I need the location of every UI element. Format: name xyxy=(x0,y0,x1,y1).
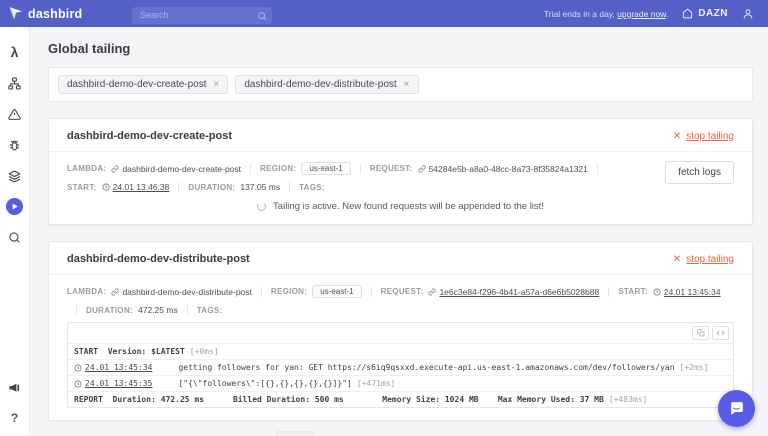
log-line: 24.01 13:45:34 getting followers for yan… xyxy=(68,359,733,375)
play-circle-icon xyxy=(10,202,19,211)
sidebar-item-lambdas[interactable]: λ xyxy=(6,43,24,61)
close-icon: ✕ xyxy=(673,131,681,142)
remove-tag-icon[interactable]: × xyxy=(404,80,410,90)
layers-icon xyxy=(8,170,21,183)
stop-tailing-button[interactable]: ✕ stop tailing xyxy=(673,254,734,265)
sidebar-item-help[interactable]: ? xyxy=(6,409,24,427)
user-icon xyxy=(742,8,754,20)
lambda-link[interactable]: dashbird-demo-dev-create-post xyxy=(111,164,241,174)
dashbird-bird-icon xyxy=(8,6,23,21)
sidebar-item-alerts[interactable] xyxy=(6,105,24,123)
copy-icon xyxy=(697,329,705,337)
log-line: START Version: $LATEST [+0ms] xyxy=(68,343,733,359)
spinner-icon xyxy=(257,202,266,211)
upgrade-link[interactable]: upgrade now xyxy=(617,9,666,19)
bug-icon xyxy=(8,139,21,152)
org-switcher[interactable]: DAZN xyxy=(682,8,728,19)
log-timestamp-link[interactable]: 24.01 13:45:34 xyxy=(85,363,152,372)
main-content: Global tailing dashbird-demo-dev-create-… xyxy=(30,27,768,436)
dashbird-logo[interactable]: dashbird xyxy=(0,6,120,21)
tailing-card-create-post: dashbird-demo-dev-create-post ✕ stop tai… xyxy=(48,118,753,225)
megaphone-icon xyxy=(8,381,21,394)
filter-tag: dashbird-demo-dev-distribute-post × xyxy=(235,75,418,94)
log-console: START Version: $LATEST [+0ms] 24.01 13:4… xyxy=(67,322,734,408)
code-icon xyxy=(716,329,725,337)
trial-banner: Trial ends in a day, upgrade now. xyxy=(544,9,668,19)
region-pill: us-east-1 xyxy=(312,285,361,298)
remove-tag-icon[interactable]: × xyxy=(214,80,220,90)
request-meta: LAMBDA: dashbird-demo-dev-create-post RE… xyxy=(67,162,667,192)
global-search xyxy=(132,5,272,22)
link-icon xyxy=(111,165,119,173)
request-link[interactable]: 1e6c3e84-f296-4b41-a57a-d6e6b5028b88 xyxy=(428,287,599,297)
lambda-icon: λ xyxy=(11,44,19,60)
sidebar-item-stacks[interactable] xyxy=(6,167,24,185)
duration-value: 137.05 ms xyxy=(240,182,280,192)
log-line: 24.01 13:45:35 ["{\"followers\":[{},{},{… xyxy=(68,375,733,391)
log-line: REPORT Duration: 472.25 ms Billed Durati… xyxy=(68,391,733,407)
help-icon: ? xyxy=(11,411,18,425)
request-link[interactable]: 54284e5b-a8a0-48cc-8a73-8f35824a1321 xyxy=(418,164,588,174)
sidebar: λ ? xyxy=(0,27,30,436)
stop-tailing-button[interactable]: ✕ stop tailing xyxy=(673,131,734,142)
request-meta: LAMBDA: dashbird-demo-dev-distribute-pos… xyxy=(67,285,734,315)
link-icon xyxy=(418,165,426,173)
sitemap-icon xyxy=(8,77,21,90)
start-time-link[interactable]: 24.01 13:46:38 xyxy=(102,182,170,192)
magnifier-icon xyxy=(8,231,21,244)
link-icon xyxy=(111,288,119,296)
alert-triangle-icon xyxy=(8,108,21,121)
fetch-logs-button[interactable]: fetch logs xyxy=(665,161,734,184)
close-icon: ✕ xyxy=(673,254,681,265)
search-input[interactable] xyxy=(132,7,272,24)
tailing-status: Tailing is active. New found requests wi… xyxy=(67,201,734,212)
home-icon xyxy=(682,8,693,19)
clock-icon xyxy=(653,288,661,296)
start-time-link[interactable]: 24.01 13:45:34 xyxy=(653,287,721,297)
search-icon xyxy=(257,8,267,26)
log-timestamp-link[interactable]: 24.01 13:45:35 xyxy=(85,379,152,388)
sidebar-item-resources[interactable] xyxy=(6,74,24,92)
brand-name: dashbird xyxy=(28,7,82,21)
card-title: dashbird-demo-dev-distribute-post xyxy=(67,253,250,265)
filter-tag: dashbird-demo-dev-create-post × xyxy=(58,75,228,94)
tailing-filter-input[interactable]: dashbird-demo-dev-create-post × dashbird… xyxy=(48,67,753,102)
sidebar-item-announcements[interactable] xyxy=(6,378,24,396)
clock-icon xyxy=(74,380,82,388)
clock-icon xyxy=(74,364,82,372)
sidebar-item-live-tailing[interactable] xyxy=(6,198,23,215)
chat-icon xyxy=(728,400,745,417)
lambda-link[interactable]: dashbird-demo-dev-distribute-post xyxy=(111,287,251,297)
next-card-peek xyxy=(276,431,314,436)
region-pill: us-east-1 xyxy=(301,162,350,175)
intercom-chat-button[interactable] xyxy=(718,390,755,427)
raw-logs-button[interactable] xyxy=(712,326,729,340)
clock-icon xyxy=(102,183,110,191)
link-icon xyxy=(428,288,436,296)
org-name: DAZN xyxy=(698,8,728,19)
copy-logs-button[interactable] xyxy=(692,326,709,340)
card-title: dashbird-demo-dev-create-post xyxy=(67,130,232,142)
user-menu[interactable] xyxy=(742,8,754,20)
tailing-card-distribute-post: dashbird-demo-dev-distribute-post ✕ stop… xyxy=(48,241,753,421)
page-title: Global tailing xyxy=(48,41,753,56)
sidebar-item-errors[interactable] xyxy=(6,136,24,154)
duration-value: 472.25 ms xyxy=(138,305,178,315)
topbar: dashbird Trial ends in a day, upgrade no… xyxy=(0,0,768,27)
sidebar-item-search[interactable] xyxy=(6,228,24,246)
